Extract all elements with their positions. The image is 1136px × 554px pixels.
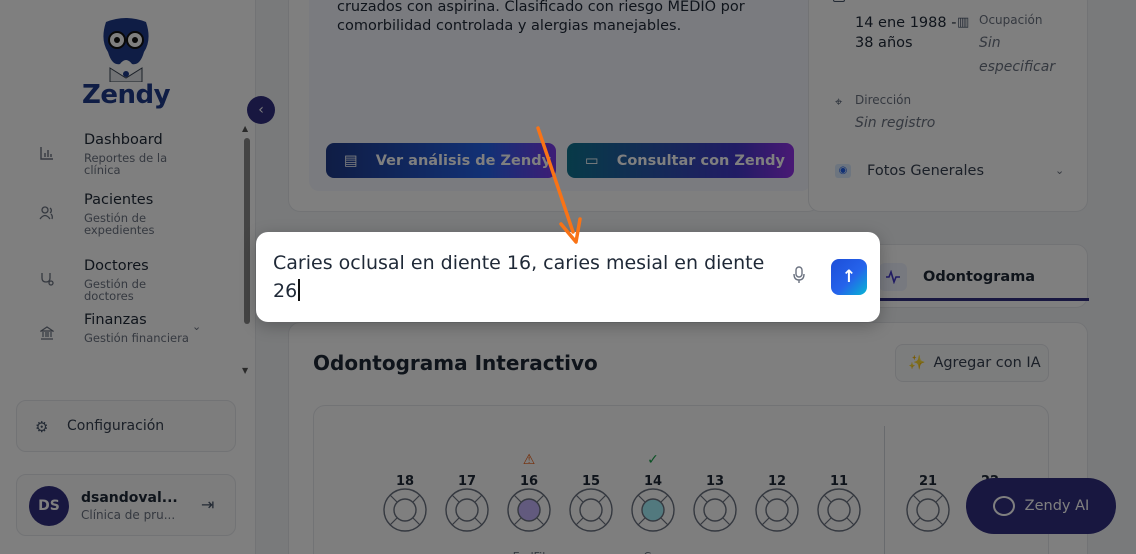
voice-input-field[interactable]: Caries oclusal en diente 16, caries mesi… <box>273 249 773 305</box>
text-caret <box>298 279 300 301</box>
arrow-up-icon: ↑ <box>841 267 857 287</box>
send-button[interactable]: ↑ <box>831 259 867 295</box>
microphone-icon[interactable] <box>792 266 806 284</box>
voice-input-popup: Caries oclusal en diente 16, caries mesi… <box>256 232 880 322</box>
voice-input-text: Caries oclusal en diente 16, caries mesi… <box>273 252 765 302</box>
